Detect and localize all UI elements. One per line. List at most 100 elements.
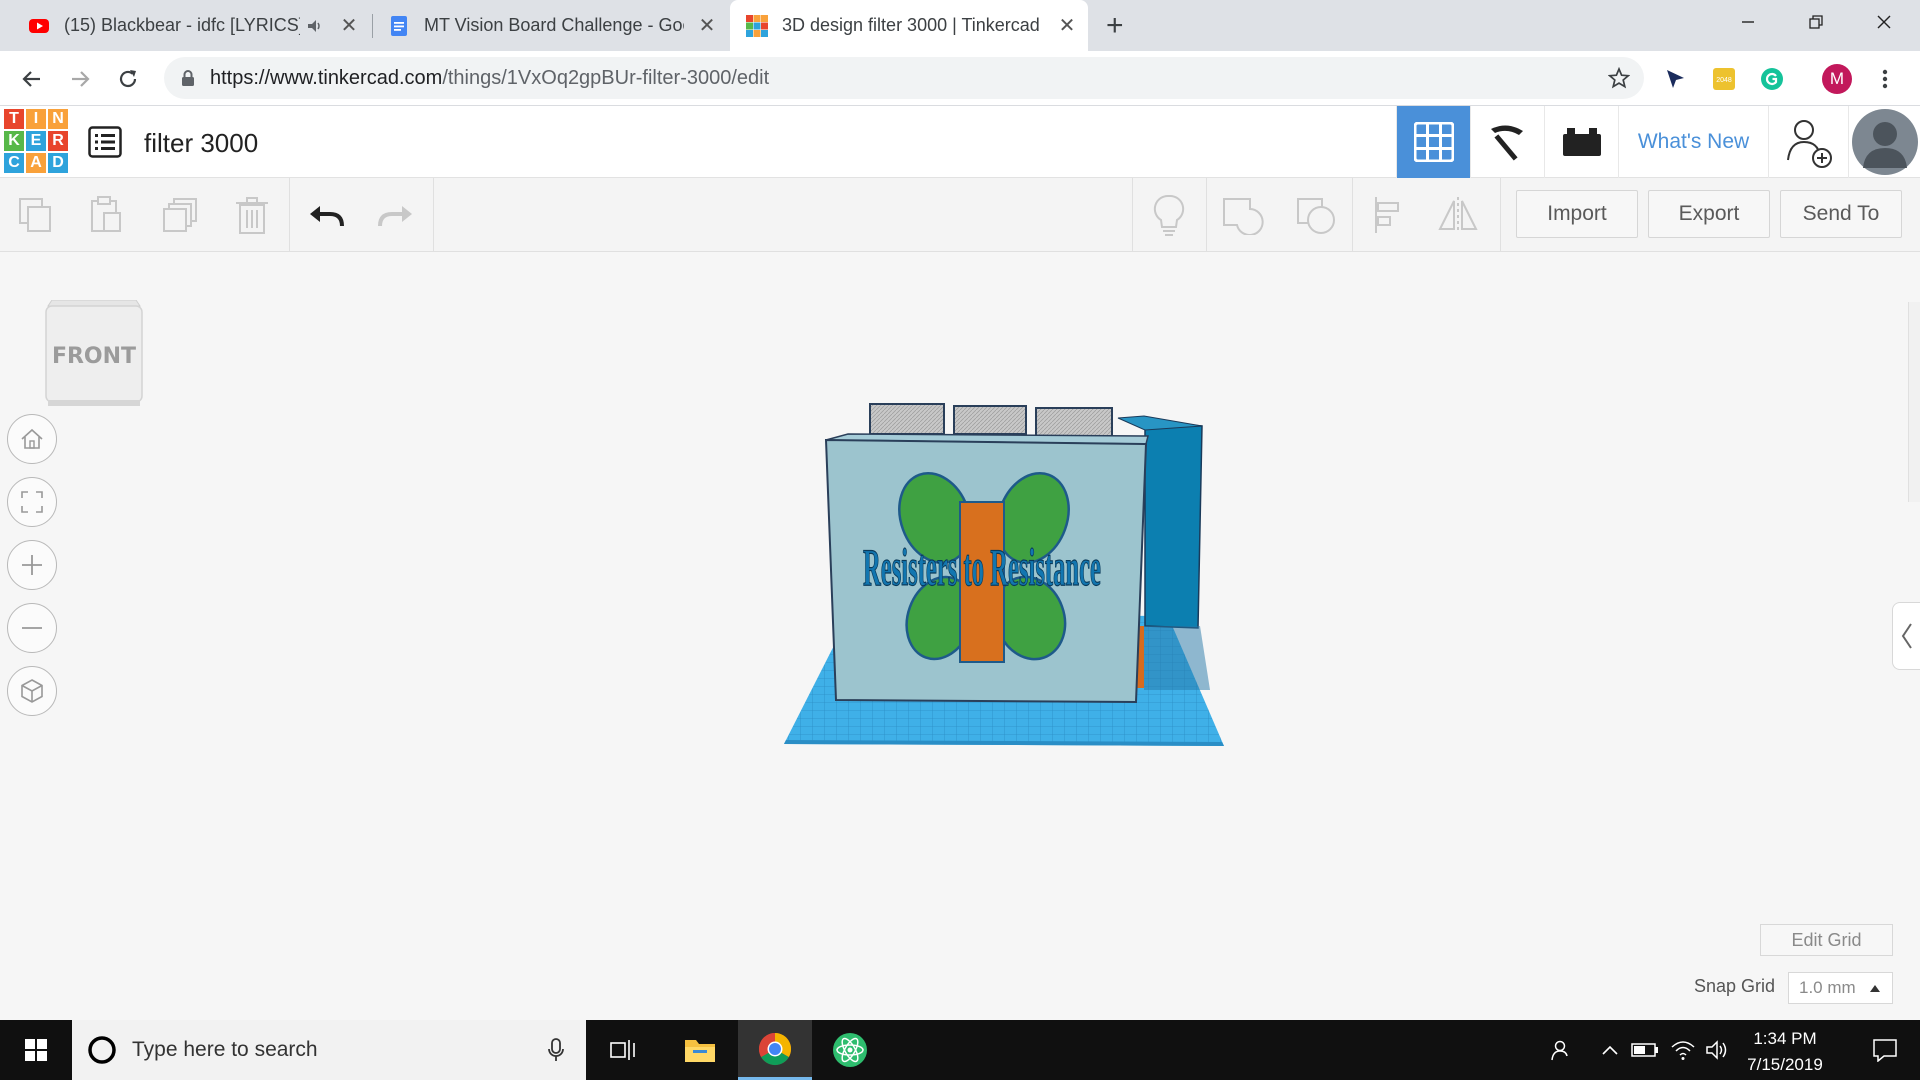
duplicate-button[interactable] — [154, 190, 206, 240]
pickaxe-icon — [1490, 125, 1523, 161]
close-window-icon[interactable] — [1850, 0, 1918, 44]
design-list-icon[interactable] — [88, 126, 122, 158]
align-icon — [1375, 197, 1399, 233]
mirror-button[interactable] — [1432, 190, 1484, 240]
minecraft-pickaxe-button[interactable] — [1470, 106, 1544, 178]
speaker-icon[interactable] — [306, 17, 324, 35]
group-button[interactable] — [1216, 190, 1268, 240]
minimize-icon[interactable] — [1714, 0, 1782, 44]
collapse-panel-button[interactable] — [1892, 602, 1920, 670]
export-button[interactable]: Export — [1648, 190, 1770, 238]
wifi-icon[interactable] — [1666, 1020, 1700, 1080]
profile-avatar[interactable]: M — [1822, 64, 1852, 94]
add-user-icon — [1786, 120, 1832, 168]
fit-view-button[interactable] — [7, 477, 57, 527]
browser-tab-youtube[interactable]: (15) Blackbear - idfc [LYRICS] ✕ — [28, 0, 360, 51]
close-tab-icon[interactable]: ✕ — [1056, 13, 1078, 38]
group-icon — [1223, 198, 1264, 235]
lock-icon[interactable] — [180, 69, 196, 87]
windows-icon — [25, 1039, 47, 1061]
browser-toolbar: https://www.tinkercad.com/things/1VxOq2g… — [0, 51, 1920, 106]
taskbar-search[interactable]: Type here to search — [72, 1020, 586, 1080]
extension-2048-icon[interactable]: 2048 — [1709, 64, 1739, 94]
invite-user-button[interactable] — [1768, 106, 1848, 178]
undo-button[interactable] — [300, 190, 352, 240]
align-button[interactable] — [1362, 190, 1414, 240]
restore-icon[interactable] — [1782, 0, 1850, 44]
logo-letter: A — [26, 153, 46, 173]
browser-tab-docs[interactable]: MT Vision Board Challenge - Goo ✕ — [388, 0, 718, 51]
reload-icon[interactable] — [110, 61, 146, 97]
logo-letter: D — [48, 153, 68, 173]
scrollbar[interactable] — [1908, 302, 1920, 502]
file-explorer-button[interactable] — [663, 1020, 737, 1080]
address-bar[interactable]: https://www.tinkercad.com/things/1VxOq2g… — [164, 57, 1644, 99]
avatar-icon — [1851, 109, 1918, 175]
bricks-button[interactable] — [1544, 106, 1618, 178]
chevron-up-icon[interactable] — [1596, 1020, 1624, 1080]
new-tab-button[interactable]: + — [1106, 0, 1136, 51]
paste-button[interactable] — [80, 190, 132, 240]
copy-button[interactable] — [10, 190, 62, 240]
import-button[interactable]: Import — [1516, 190, 1638, 238]
minus-icon — [22, 627, 42, 629]
windows-taskbar: Type here to search 1:34 PM 7/15/2019 — [0, 1020, 1920, 1080]
chevron-left-icon — [1900, 621, 1914, 651]
forward-icon[interactable] — [62, 61, 98, 97]
battery-icon[interactable] — [1628, 1020, 1662, 1080]
people-icon[interactable] — [1538, 1020, 1578, 1080]
workplane-scene[interactable]: Resisters to Resistance — [740, 390, 1280, 760]
task-view-button[interactable] — [586, 1020, 660, 1080]
logo-letter: T — [4, 109, 24, 129]
profile-letter: M — [1822, 64, 1852, 94]
lightbulb-icon — [1153, 194, 1185, 236]
notes-button[interactable] — [1143, 190, 1195, 240]
tab-title: (15) Blackbear - idfc [LYRICS] — [64, 15, 300, 35]
browser-tab-strip: (15) Blackbear - idfc [LYRICS] ✕ MT Visi… — [0, 0, 1920, 51]
microphone-icon[interactable] — [548, 1038, 564, 1062]
action-center-icon[interactable] — [1850, 1020, 1920, 1080]
volume-icon[interactable] — [1702, 1020, 1732, 1080]
chrome-icon — [758, 1032, 792, 1065]
whats-new-link[interactable]: What's New — [1618, 106, 1768, 178]
top-filter-slots — [869, 403, 1113, 437]
bookmark-star-icon[interactable] — [1608, 67, 1630, 89]
redo-button[interactable] — [370, 190, 422, 240]
close-tab-icon[interactable]: ✕ — [338, 13, 360, 38]
close-tab-icon[interactable]: ✕ — [696, 13, 718, 38]
atom-app-button[interactable] — [813, 1020, 887, 1080]
start-button[interactable] — [0, 1020, 72, 1080]
duplicate-icon — [163, 198, 197, 232]
back-icon[interactable] — [14, 61, 50, 97]
system-clock[interactable]: 1:34 PM 7/15/2019 — [1730, 1026, 1840, 1078]
tab-title: 3D design filter 3000 | Tinkercad — [782, 15, 1040, 35]
grammarly-icon[interactable] — [1757, 64, 1787, 94]
perspective-button[interactable] — [7, 666, 57, 716]
tinkercad-icon — [746, 14, 768, 37]
zoom-in-button[interactable] — [7, 540, 57, 590]
edit-grid-button[interactable]: Edit Grid — [1760, 924, 1893, 956]
tinkercad-logo[interactable]: TIN KER CAD — [4, 109, 68, 173]
snap-grid-select[interactable]: 1.0 mm — [1788, 972, 1893, 1004]
chrome-menu-icon[interactable] — [1870, 64, 1900, 94]
delete-button[interactable] — [226, 190, 278, 240]
3d-view-button[interactable] — [1396, 106, 1470, 178]
undo-icon — [310, 206, 344, 227]
browser-tab-tinkercad[interactable]: 3D design filter 3000 | Tinkercad ✕ — [730, 0, 1088, 51]
google-docs-icon — [388, 15, 410, 37]
send-to-button[interactable]: Send To — [1780, 190, 1902, 238]
ungroup-button[interactable] — [1290, 190, 1342, 240]
view-cube[interactable]: FRONT — [44, 300, 144, 410]
cursor-extension-icon[interactable] — [1660, 64, 1690, 94]
chrome-taskbar-button[interactable] — [738, 1020, 812, 1080]
home-view-button[interactable] — [7, 414, 57, 464]
model-text: Resisters to Resistance — [863, 538, 1101, 597]
task-view-icon — [610, 1040, 635, 1060]
atom-icon — [833, 1033, 867, 1067]
caret-up-icon — [1870, 985, 1880, 992]
zoom-out-button[interactable] — [7, 603, 57, 653]
design-title[interactable]: filter 3000 — [144, 128, 258, 159]
paste-icon — [91, 196, 121, 232]
clock-date: 7/15/2019 — [1747, 1055, 1823, 1074]
user-avatar[interactable] — [1848, 106, 1920, 178]
